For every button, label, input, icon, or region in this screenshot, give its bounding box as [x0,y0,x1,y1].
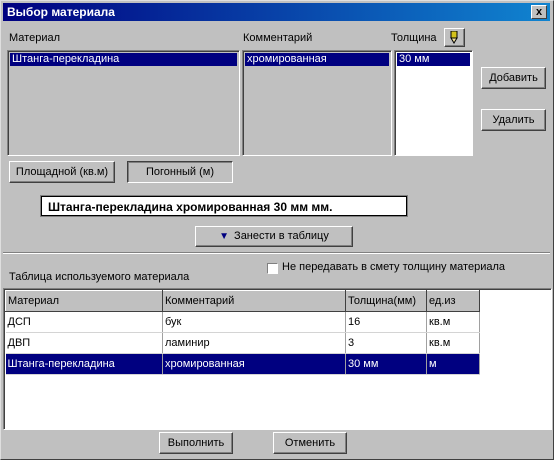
thickness-pick-button[interactable] [444,28,465,47]
material-list[interactable]: Штанга-перекладина [7,50,240,156]
cell-material[interactable]: ДВП [5,332,163,354]
result-text-field: Штанга-перекладина хромированная 30 мм м… [41,196,407,216]
linear-unit-button[interactable]: Погонный (м) [127,161,233,183]
table-row[interactable]: ДСП бук 16 кв.м [5,311,480,333]
comment-list[interactable]: хромированная [242,50,392,156]
materials-table: Материал Комментарий Толщина(мм) ед.из Д… [5,290,480,375]
material-label: Материал [9,32,60,44]
pencil-icon [450,30,458,44]
title-bar[interactable]: Выбор материала x [3,3,550,21]
cell-comment[interactable]: хромированная [162,353,346,375]
table-row-selected[interactable]: Штанга-перекладина хромированная 30 мм м [5,353,480,375]
divider [3,252,550,254]
area-unit-button[interactable]: Площадной (кв.м) [9,161,115,183]
cell-material[interactable]: Штанга-перекладина [5,353,163,375]
cell-thickness[interactable]: 3 [345,332,427,354]
cell-comment[interactable]: бук [162,311,346,333]
cell-unit[interactable]: м [426,353,480,375]
window-title: Выбор материала [7,5,115,19]
arrow-down-icon: ▼ [219,231,230,242]
dialog-window: Выбор материала x Материал Комментарий Т… [0,0,554,460]
cell-comment[interactable]: ламинир [162,332,346,354]
column-header-comment[interactable]: Комментарий [162,290,346,312]
enter-to-table-button[interactable]: ▼ Занести в таблицу [195,226,353,247]
cell-unit[interactable]: кв.м [426,332,480,354]
thickness-label: Толщина [391,32,437,44]
thickness-list-item[interactable]: 30 мм [397,53,470,66]
cell-thickness[interactable]: 30 мм [345,353,427,375]
execute-button[interactable]: Выполнить [159,432,233,454]
add-button[interactable]: Добавить [481,67,546,89]
cell-unit[interactable]: кв.м [426,311,480,333]
column-header-material[interactable]: Материал [5,290,163,312]
cell-thickness[interactable]: 16 [345,311,427,333]
column-header-unit[interactable]: ед.из [426,290,480,312]
cell-material[interactable]: ДСП [5,311,163,333]
material-list-item[interactable]: Штанга-перекладина [10,53,237,66]
no-thickness-label: Не передавать в смету толщину материала [282,261,505,273]
enter-to-table-label: Занести в таблицу [234,230,329,242]
comment-list-item[interactable]: хромированная [245,53,389,66]
close-button[interactable]: x [531,5,547,19]
table-title: Таблица используемого материала [9,271,190,283]
thickness-list[interactable]: 30 мм [394,50,473,156]
table-row[interactable]: ДВП ламинир 3 кв.м [5,332,480,354]
delete-button[interactable]: Удалить [481,109,546,131]
column-header-thickness[interactable]: Толщина(мм) [345,290,427,312]
comment-label: Комментарий [243,32,313,44]
no-thickness-checkbox[interactable] [267,263,278,274]
cancel-button[interactable]: Отменить [273,432,347,454]
